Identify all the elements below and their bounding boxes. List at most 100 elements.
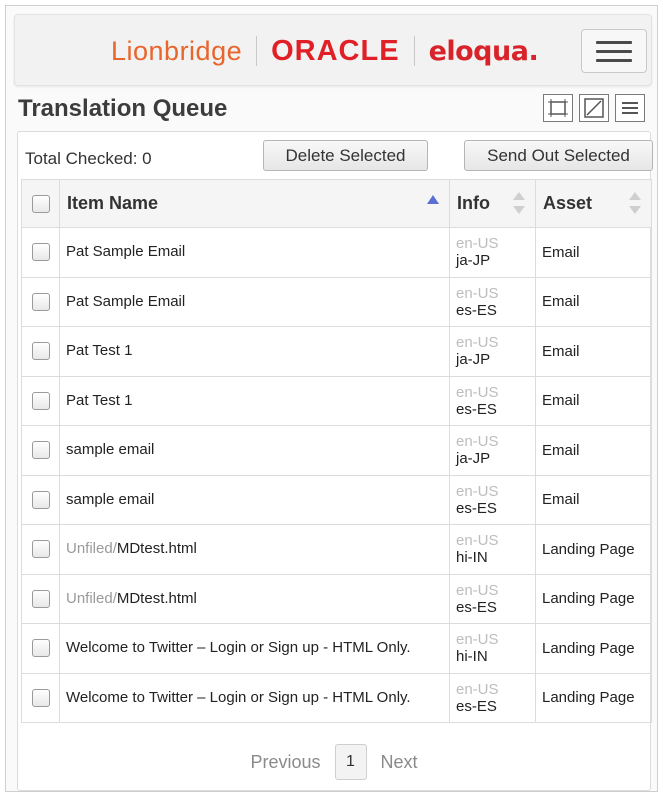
table-row[interactable]: Unfiled/MDtest.html en-US hi-IN Landing Pag… [21,524,652,575]
total-checked-label: Total Checked: 0 [25,149,152,168]
row-select-cell [21,276,60,327]
hamburger-menu-icon[interactable] [581,29,647,73]
view-toolbar [543,94,645,122]
column-header-info[interactable]: Info [449,179,536,228]
asset-cell: Email [535,227,652,278]
send-out-selected-button[interactable]: Send Out Selected [464,140,653,171]
column-header-asset[interactable]: Asset [535,179,652,228]
row-checkbox[interactable] [31,391,50,410]
item-name: Pat Sample Email [66,243,449,261]
table-header-row: Item Name Info Asset [21,179,652,228]
row-checkbox[interactable] [31,589,50,608]
source-locale: en-US [456,383,499,401]
item-name-text: Pat Test 1 [66,342,133,360]
column-header-item-name[interactable]: Item Name [59,179,450,228]
delete-selected-button[interactable]: Delete Selected [263,140,428,171]
row-checkbox[interactable] [31,441,50,460]
row-select-cell [21,573,60,624]
sort-ascending-icon [427,195,439,204]
expand-icon[interactable] [579,94,609,122]
item-name-cell: Pat Sample Email [59,227,450,278]
row-select-cell [21,623,60,674]
row-checkbox[interactable] [31,688,50,707]
item-name-text: Welcome to Twitter – Login or Sign up - … [66,639,411,657]
table-row[interactable]: Unfiled/MDtest.html en-US es-ES Landing Pag… [21,573,652,624]
item-name-cell: Unfiled/MDtest.html [59,573,450,624]
item-name-text: Welcome to Twitter – Login or Sign up - … [66,688,411,706]
source-locale: en-US [456,482,499,500]
item-name: Welcome to Twitter – Login or Sign up - … [66,639,449,657]
item-name: sample email [66,491,449,509]
row-select-cell [21,326,60,377]
source-locale: en-US [456,631,499,649]
column-header-label: Asset [543,193,593,213]
info-cell: en-US ja-JP [449,326,536,377]
table-row[interactable]: Welcome to Twitter – Login or Sign up - … [21,672,652,723]
app-frame: Lionbridge ORACLE eloqua. Translation Qu… [5,5,658,792]
target-locale: es-ES [456,598,497,616]
asset-cell: Landing Page [535,524,652,575]
item-name-text: MDtest.html [116,589,197,607]
source-locale: en-US [456,334,499,352]
table-row[interactable]: sample email en-US es-ES Email [21,474,652,525]
item-name-cell: Pat Sample Email [59,276,450,327]
asset-cell: Email [535,375,652,426]
list-view-icon[interactable] [615,94,645,122]
table-row[interactable]: Pat Test 1 en-US ja-JP Email [21,326,652,377]
info-cell: en-US ja-JP [449,425,536,476]
select-all-checkbox[interactable] [31,195,50,214]
asset-cell: Email [535,425,652,476]
next-page-link[interactable]: Next [381,752,418,773]
row-checkbox[interactable] [31,243,50,262]
info-cell: en-US es-ES [449,474,536,525]
item-name-cell: sample email [59,425,450,476]
asset-cell: Landing Page [535,573,652,624]
table-row[interactable]: Pat Sample Email en-US es-ES Email [21,276,652,327]
item-name-cell: Unfiled/MDtest.html [59,524,450,575]
header-bar: Lionbridge ORACLE eloqua. [14,14,652,86]
info-cell: en-US hi-IN [449,524,536,575]
row-checkbox[interactable] [31,292,50,311]
item-folder: Unfiled/ [66,589,117,607]
column-header-label: Info [457,193,490,213]
table-row[interactable]: sample email en-US ja-JP Email [21,425,652,476]
fit-view-icon[interactable] [543,94,573,122]
table-row[interactable]: Pat Test 1 en-US es-ES Email [21,375,652,426]
asset-cell: Landing Page [535,672,652,723]
source-locale: en-US [456,581,499,599]
target-locale: es-ES [456,499,497,517]
source-locale: en-US [456,235,499,253]
item-name-text: MDtest.html [116,540,197,558]
row-checkbox[interactable] [31,342,50,361]
target-locale: ja-JP [456,450,491,468]
row-checkbox[interactable] [31,639,50,658]
previous-page-link[interactable]: Previous [250,752,320,773]
item-name-cell: Welcome to Twitter – Login or Sign up - … [59,672,450,723]
target-locale: hi-IN [456,549,488,567]
item-name-text: sample email [66,441,155,459]
page-title: Translation Queue [18,95,228,122]
item-name: Pat Test 1 [66,392,449,410]
info-cell: en-US hi-IN [449,623,536,674]
info-cell: en-US es-ES [449,672,536,723]
page-number-current[interactable]: 1 [334,744,367,780]
table-row[interactable]: Welcome to Twitter – Login or Sign up - … [21,623,652,674]
target-locale: es-ES [456,697,497,715]
item-name: sample email [66,441,449,459]
queue-panel: Total Checked: 0 Delete Selected Send Ou… [17,131,653,791]
item-name: Pat Sample Email [66,293,449,311]
info-cell: en-US es-ES [449,276,536,327]
row-checkbox[interactable] [31,540,50,559]
item-name: Unfiled/MDtest.html [66,590,449,608]
source-locale: en-US [456,532,499,550]
logo-divider [256,36,258,66]
item-name-cell: Welcome to Twitter – Login or Sign up - … [59,623,450,674]
eloqua-logo: eloqua. [428,35,539,67]
row-select-cell [21,425,60,476]
menu-line [596,49,632,53]
row-select-cell [21,474,60,525]
row-select-cell [21,524,60,575]
row-checkbox[interactable] [31,490,50,509]
row-select-cell [21,672,60,723]
table-row[interactable]: Pat Sample Email en-US ja-JP Email [21,227,652,278]
